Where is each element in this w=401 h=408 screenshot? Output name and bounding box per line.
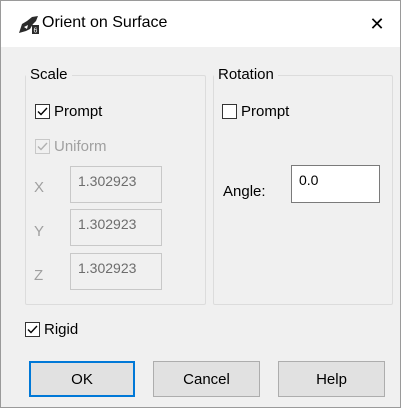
help-button[interactable]: Help — [278, 361, 385, 397]
scale-group-label: Scale — [26, 66, 72, 83]
check-icon — [37, 142, 48, 151]
uniform-checkbox — [35, 139, 50, 154]
uniform-row: Uniform — [35, 138, 107, 155]
scale-prompt-row[interactable]: Prompt — [35, 103, 102, 120]
angle-input[interactable]: 0.0 — [291, 165, 380, 203]
rotation-group-label: Rotation — [214, 66, 278, 83]
ok-button[interactable]: OK — [29, 361, 135, 397]
rigid-label: Rigid — [44, 321, 79, 338]
z-label: Z — [34, 267, 44, 284]
check-icon — [27, 325, 38, 334]
rotation-prompt-checkbox[interactable] — [222, 104, 237, 119]
close-button[interactable]: ✕ — [354, 1, 400, 47]
y-label: Y — [34, 223, 45, 240]
svg-text:6: 6 — [34, 28, 38, 35]
scale-prompt-label: Prompt — [54, 103, 103, 120]
uniform-label: Uniform — [54, 138, 107, 155]
title-bar: 6 Orient on Surface ✕ — [1, 1, 400, 47]
check-icon — [37, 107, 48, 116]
rotation-prompt-row[interactable]: Prompt — [222, 103, 289, 120]
rhino-app-icon: 6 — [19, 16, 39, 35]
rigid-checkbox[interactable] — [25, 322, 40, 337]
x-label: X — [34, 179, 45, 196]
rigid-row[interactable]: Rigid — [25, 321, 78, 338]
orient-on-surface-dialog: 6 Orient on Surface ✕ Scale Prompt Unifo… — [0, 0, 401, 408]
scale-prompt-checkbox[interactable] — [35, 104, 50, 119]
scale-x-field: 1.302923 — [70, 166, 162, 203]
window-title: Orient on Surface — [42, 14, 168, 31]
angle-label: Angle: — [223, 183, 266, 200]
rotation-prompt-label: Prompt — [241, 103, 290, 120]
scale-z-field: 1.302923 — [70, 253, 162, 290]
close-icon: ✕ — [369, 13, 385, 34]
scale-y-field: 1.302923 — [70, 209, 162, 246]
cancel-button[interactable]: Cancel — [153, 361, 260, 397]
